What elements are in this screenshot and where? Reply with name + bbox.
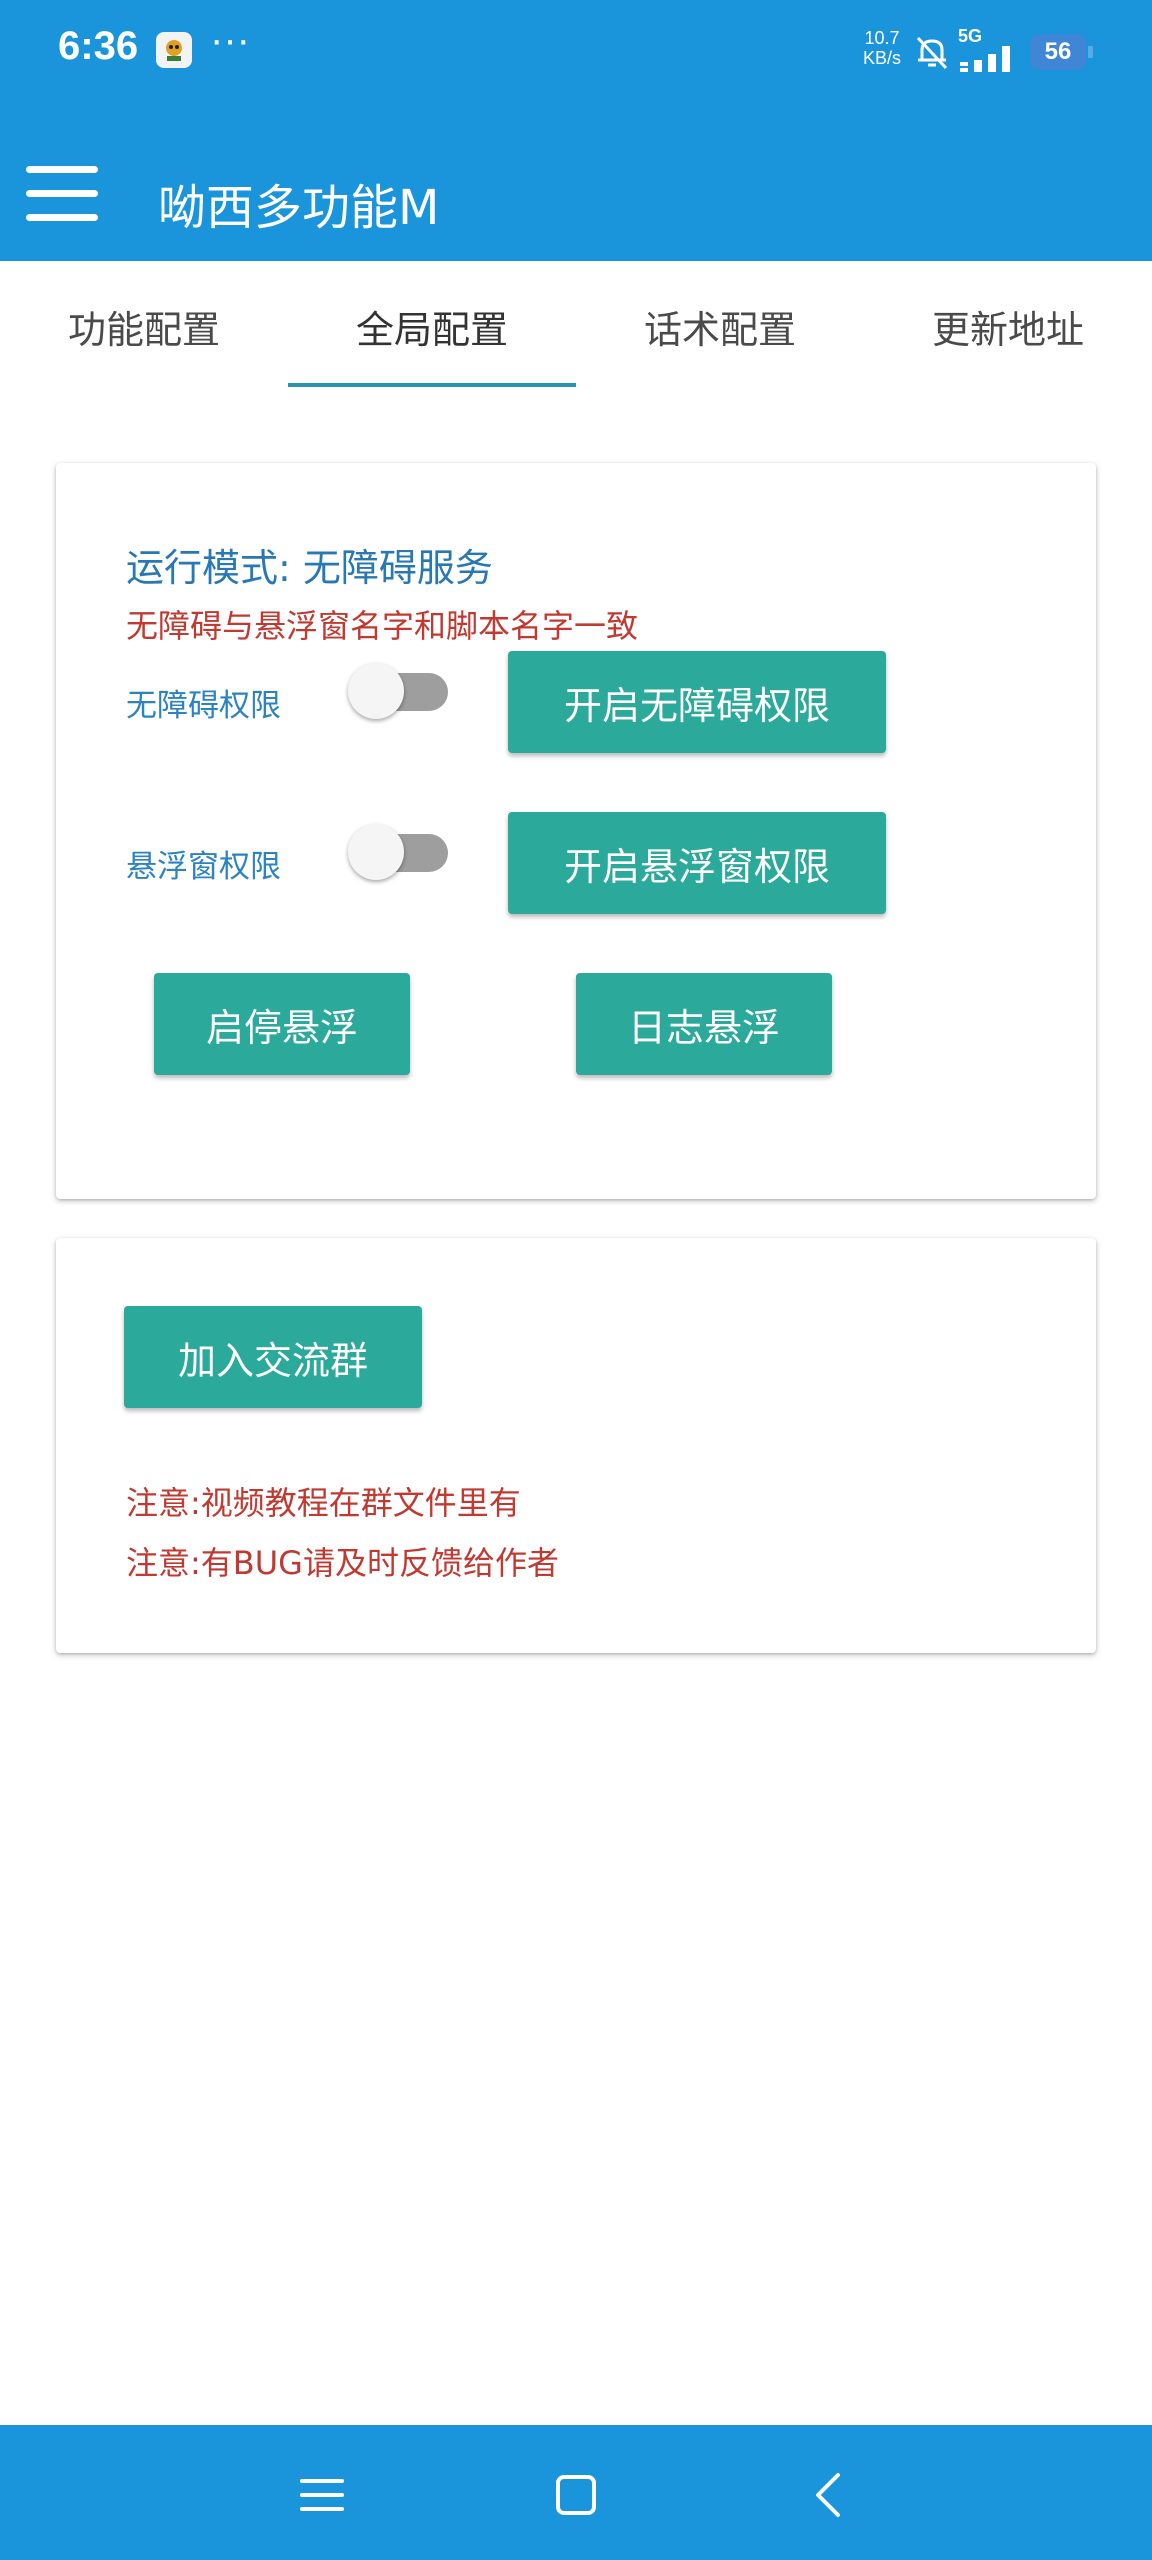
active-tab-indicator [288, 383, 576, 387]
menu-icon[interactable] [22, 162, 100, 224]
toggle-float-button[interactable]: 启停悬浮 [154, 973, 410, 1075]
home-icon[interactable] [546, 2465, 606, 2525]
enable-accessibility-button[interactable]: 开启无障碍权限 [508, 651, 886, 753]
tab-script-config[interactable]: 话术配置 [576, 299, 864, 354]
app-notification-icon [156, 32, 192, 68]
app-bar: 呦西多功能M [0, 100, 1152, 261]
overlay-switch[interactable] [348, 816, 452, 880]
accessibility-permission-label: 无障碍权限 [126, 688, 281, 724]
run-mode-label: 运行模式: 无障碍服务 [126, 546, 493, 590]
group-card: 加入交流群 注意:视频教程在群文件里有 注意:有BUG请及时反馈给作者 [56, 1238, 1096, 1653]
app-title: 呦西多功能M [158, 180, 440, 236]
note-video-tutorial: 注意:视频教程在群文件里有 [126, 1484, 521, 1522]
recent-apps-icon[interactable] [292, 2465, 352, 2525]
accessibility-switch[interactable] [348, 655, 452, 719]
join-group-button[interactable]: 加入交流群 [124, 1306, 422, 1408]
net-speed-value: 10.7 [864, 28, 900, 48]
bell-muted-icon [916, 36, 948, 70]
tab-bar: 功能配置 全局配置 话术配置 更新地址 [0, 261, 1152, 387]
log-float-button[interactable]: 日志悬浮 [576, 973, 832, 1075]
battery-tip [1088, 46, 1093, 58]
settings-card: 运行模式: 无障碍服务 无障碍与悬浮窗名字和脚本名字一致 无障碍权限 开启无障碍… [56, 463, 1096, 1199]
net-speed: 10.7 KB/s [858, 28, 906, 68]
battery-icon: 56 [1030, 34, 1086, 70]
status-bar: 6:36 ··· 10.7 KB/s 5G 56 [0, 0, 1152, 100]
note-bug-feedback: 注意:有BUG请及时反馈给作者 [126, 1544, 559, 1582]
system-nav-bar [0, 2425, 1152, 2560]
tab-global-config[interactable]: 全局配置 [288, 299, 576, 354]
overlay-permission-label: 悬浮窗权限 [126, 849, 281, 885]
name-warning: 无障碍与悬浮窗名字和脚本名字一致 [126, 607, 639, 645]
tab-update-address[interactable]: 更新地址 [864, 299, 1152, 354]
more-notifications-icon: ··· [210, 18, 250, 62]
signal-icon: 5G [958, 26, 1020, 72]
status-time: 6:36 [58, 24, 139, 68]
tab-function-config[interactable]: 功能配置 [0, 299, 288, 354]
enable-overlay-button[interactable]: 开启悬浮窗权限 [508, 812, 886, 914]
net-speed-unit: KB/s [862, 48, 901, 68]
back-icon[interactable] [800, 2465, 860, 2525]
